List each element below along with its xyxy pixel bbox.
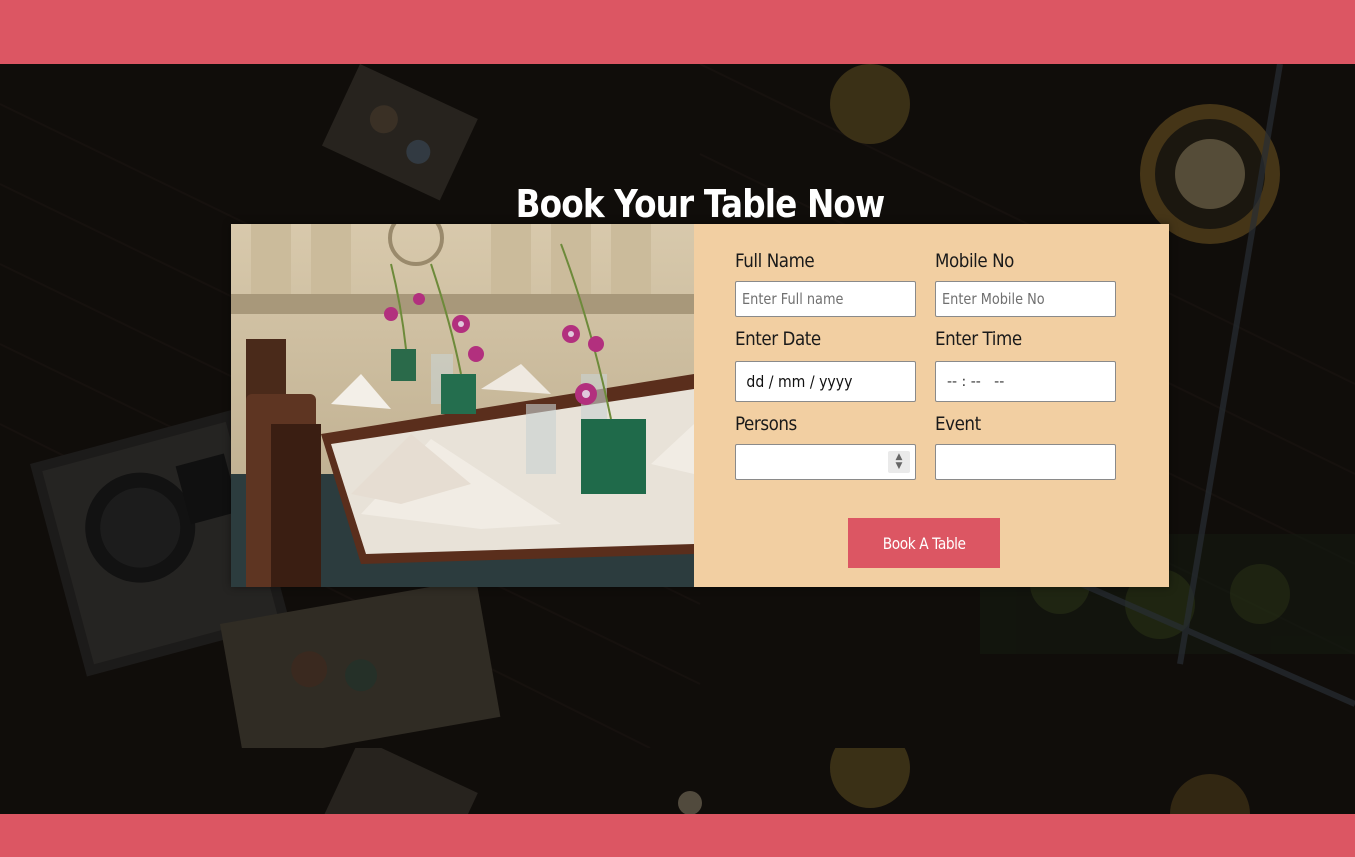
mobile-no-label: Mobile No: [935, 250, 1014, 272]
event-input[interactable]: [935, 444, 1116, 480]
date-input[interactable]: dd / mm / yyyy: [735, 361, 916, 402]
time-input[interactable]: -- : -- --: [935, 361, 1116, 402]
full-name-placeholder: Enter Full name: [742, 290, 844, 308]
full-name-input[interactable]: Enter Full name: [735, 281, 916, 317]
event-label: Event: [935, 413, 981, 435]
dining-table-image: [231, 224, 694, 587]
full-name-label: Full Name: [735, 250, 815, 272]
chevron-down-icon[interactable]: ▼: [896, 462, 903, 471]
persons-label: Persons: [735, 413, 797, 435]
hero-background-continuation: [0, 748, 1355, 814]
mobile-no-placeholder: Enter Mobile No: [942, 290, 1045, 308]
footer-bar: [0, 814, 1355, 857]
restaurant-background-image-repeat: [0, 748, 1355, 814]
book-table-button[interactable]: Book A Table: [848, 518, 1000, 568]
booking-page: Book Your Table Now Full Name Enter Full…: [0, 0, 1355, 857]
date-input-value: dd / mm / yyyy: [746, 372, 853, 391]
number-spinner[interactable]: ▲ ▼: [888, 451, 910, 473]
top-navigation-bar: [0, 0, 1355, 64]
page-title: Book Your Table Now: [515, 182, 886, 226]
time-input-value: -- : -- --: [947, 373, 1005, 390]
enter-time-label: Enter Time: [935, 328, 1022, 350]
booking-form: Full Name Enter Full name Mobile No Ente…: [694, 224, 1169, 587]
book-table-button-label: Book A Table: [882, 533, 966, 553]
dining-table-illustration: [231, 224, 694, 587]
enter-date-label: Enter Date: [735, 328, 821, 350]
persons-number-input[interactable]: ▲ ▼: [735, 444, 916, 480]
mobile-no-input[interactable]: Enter Mobile No: [935, 281, 1116, 317]
booking-card: Full Name Enter Full name Mobile No Ente…: [231, 224, 1169, 587]
